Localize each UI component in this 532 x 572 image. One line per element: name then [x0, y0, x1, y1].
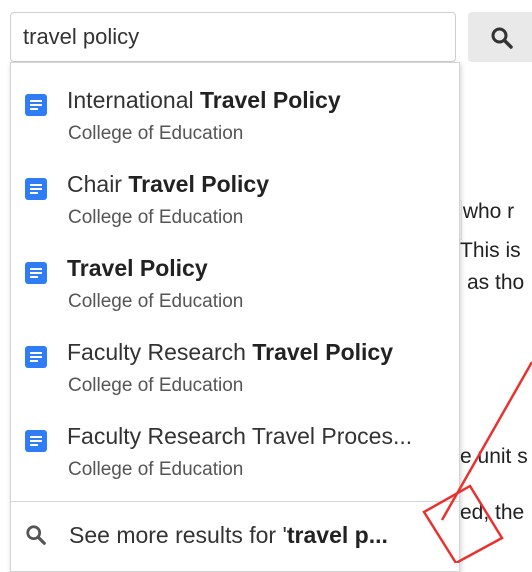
suggestion-title: Chair Travel Policy: [67, 171, 269, 197]
document-icon: [25, 430, 47, 452]
suggestion-item[interactable]: Travel Policy College of Education: [11, 241, 459, 325]
suggestion-title: International Travel Policy: [67, 87, 341, 113]
background-text-line: as tho: [467, 271, 525, 294]
document-icon: [25, 346, 47, 368]
suggestion-subtitle: College of Education: [68, 291, 244, 312]
autocomplete-dropdown: International Travel Policy College of E…: [10, 62, 460, 572]
search-box[interactable]: [10, 12, 456, 62]
search-icon: [491, 27, 513, 49]
suggestion-title: Faculty Research Travel Policy: [67, 339, 393, 365]
background-text-line: e unit s: [460, 445, 528, 468]
suggestion-item[interactable]: International Travel Policy College of E…: [11, 73, 459, 157]
search-icon: [26, 525, 46, 545]
background-text-line: This is: [460, 239, 521, 262]
suggestion-item[interactable]: Faculty Research Travel Policy College o…: [11, 325, 459, 409]
suggestion-subtitle: College of Education: [68, 459, 244, 480]
background-text-line: ed, the: [460, 501, 525, 524]
document-icon: [25, 94, 47, 116]
suggestion-title: Travel Policy: [67, 255, 208, 281]
search-button[interactable]: [468, 12, 532, 62]
suggestion-subtitle: College of Education: [68, 123, 244, 144]
document-icon: [25, 178, 47, 200]
see-more-results-link[interactable]: See more results for 'travel p...: [11, 502, 459, 572]
search-input[interactable]: [23, 13, 443, 61]
suggestion-title: Faculty Research Travel Proces...: [67, 423, 413, 449]
suggestion-item[interactable]: Faculty Research Travel Proces... Colleg…: [11, 409, 459, 493]
suggestion-item[interactable]: Chair Travel Policy College of Education: [11, 157, 459, 241]
document-icon: [25, 262, 47, 284]
suggestion-subtitle: College of Education: [68, 207, 244, 228]
see-more-results-label: See more results for 'travel p...: [69, 522, 388, 548]
suggestion-subtitle: College of Education: [68, 375, 244, 396]
